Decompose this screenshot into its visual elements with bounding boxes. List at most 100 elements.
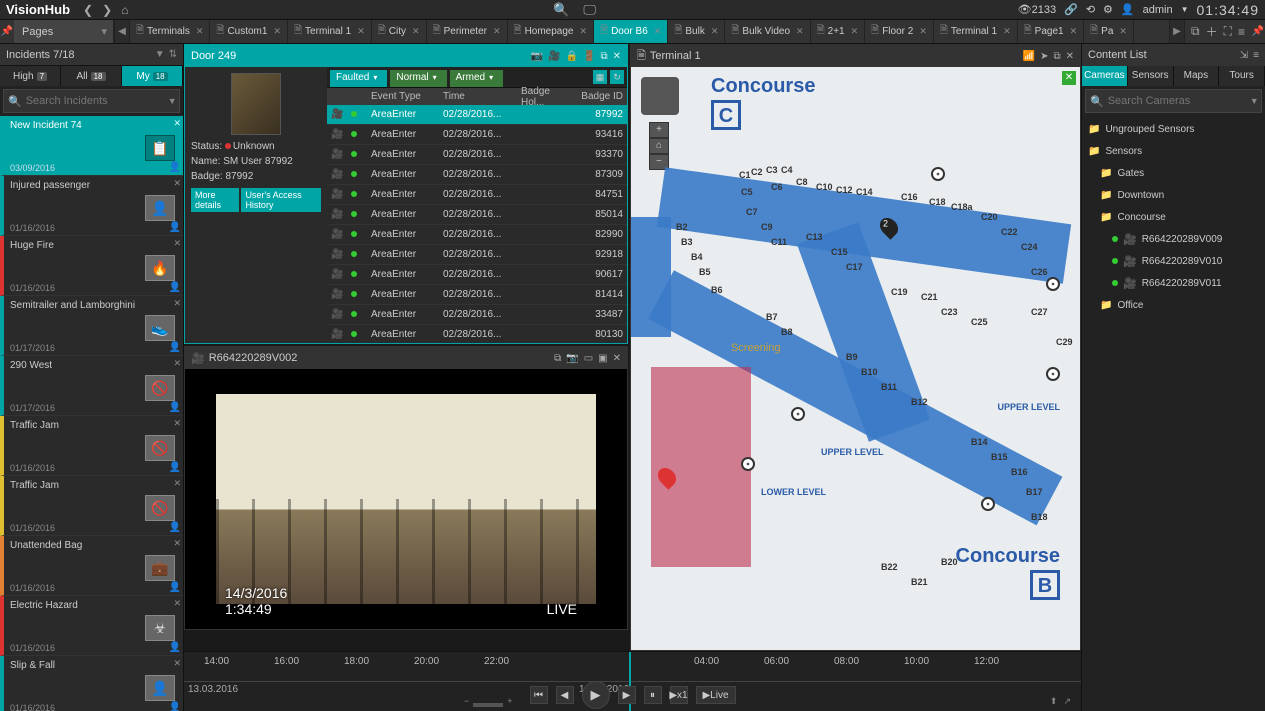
user-icon[interactable]: 👤	[1121, 3, 1135, 16]
incident-search[interactable]: 🔍 ▼	[3, 89, 180, 113]
menu-icon[interactable]: ≡	[1238, 25, 1245, 39]
close-icon[interactable]: ✕	[173, 658, 181, 669]
more-details-button[interactable]: More details	[191, 188, 239, 212]
folder-tree-item[interactable]: 📁Concourse	[1082, 206, 1265, 228]
search-dropdown-icon[interactable]: ▼	[168, 96, 177, 106]
table-row[interactable]: 🎥AreaEnter02/28/2016...84751	[327, 185, 627, 205]
incident-item[interactable]: ✕Electric Hazard☣01/16/2016👤	[0, 596, 183, 656]
table-row[interactable]: 🎥AreaEnter02/28/2016...81414	[327, 285, 627, 305]
camera-marker[interactable]	[741, 457, 755, 471]
close-icon[interactable]: ✕	[654, 26, 662, 37]
page-tab[interactable]: 🗎Perimeter✕	[427, 20, 508, 43]
content-tab[interactable]: Tours	[1219, 66, 1265, 86]
popout-icon[interactable]: ⧉	[1053, 51, 1060, 62]
close-icon[interactable]: ✕	[173, 238, 181, 249]
pin-icon[interactable]: 📌	[0, 20, 14, 43]
map-pan-control[interactable]	[641, 77, 679, 115]
gear-icon[interactable]: ⚙	[1103, 3, 1113, 16]
assignee-icon[interactable]: 👤	[169, 522, 181, 533]
status-tab[interactable]: Armed	[450, 70, 503, 87]
timeline[interactable]: 14:0016:0018:0020:0022:0004:0006:0008:00…	[184, 651, 1081, 711]
link-icon[interactable]: 🔗	[1064, 3, 1078, 16]
incident-item[interactable]: ✕Traffic Jam🚫01/16/2016👤	[0, 476, 183, 536]
folder-tree-item[interactable]: 📁Ungrouped Sensors	[1082, 118, 1265, 140]
incident-search-input[interactable]	[26, 95, 168, 107]
speed-button[interactable]: ▶x1	[669, 686, 687, 704]
new-window-icon[interactable]: ⧉	[1191, 24, 1200, 39]
step-back-icon[interactable]: ◀	[555, 686, 573, 704]
close-icon[interactable]: ✕	[1070, 26, 1078, 37]
status-tab[interactable]: Normal	[390, 70, 446, 87]
incident-item[interactable]: ✕Traffic Jam🚫01/16/2016👤	[0, 416, 183, 476]
pin-icon-right[interactable]: 📌	[1251, 20, 1265, 43]
page-tab[interactable]: 🗎Floor 2✕	[865, 20, 934, 43]
page-tab[interactable]: 🗎City✕	[372, 20, 427, 43]
forward-icon[interactable]: ❯	[102, 3, 112, 17]
snapshot-icon[interactable]: 📷	[566, 353, 578, 364]
page-tab[interactable]: 🗎Terminal 1✕	[288, 20, 372, 43]
pages-dropdown[interactable]: Pages	[14, 20, 114, 43]
close-icon[interactable]: ✕	[613, 51, 621, 62]
assignee-icon[interactable]: 👤	[169, 402, 181, 413]
incident-item[interactable]: ✕Slip & Fall👤01/16/2016👤	[0, 656, 183, 711]
map-close-overlay[interactable]: ✕	[1062, 71, 1076, 85]
filter-icon[interactable]: ▼	[155, 49, 165, 60]
home-icon[interactable]: ⌂	[121, 3, 128, 17]
table-row[interactable]: 🎥AreaEnter02/28/2016...90617	[327, 265, 627, 285]
page-tab[interactable]: 🗎Bulk✕	[668, 20, 725, 43]
camera-tree-item[interactable]: 🎥R664220289V009	[1082, 228, 1265, 250]
wifi-icon[interactable]: 📶	[1023, 51, 1035, 62]
user-label[interactable]: admin	[1143, 4, 1173, 16]
incident-item[interactable]: ✕Semitrailer and Lamborghini👟01/17/2016👤	[0, 296, 183, 356]
close-icon[interactable]: ✕	[851, 26, 859, 37]
close-icon[interactable]: ✕	[796, 26, 804, 37]
assignee-icon[interactable]: 👤	[169, 162, 181, 173]
menu-icon[interactable]: ≡	[1253, 50, 1259, 61]
camera-icon[interactable]: 📷	[531, 51, 543, 62]
tabs-scroll-right[interactable]: ▶	[1169, 20, 1185, 43]
content-tab[interactable]: Cameras	[1082, 66, 1128, 86]
table-row[interactable]: 🎥AreaEnter02/28/2016...87309	[327, 165, 627, 185]
assignee-icon[interactable]: 👤	[169, 222, 181, 233]
user-dropdown-icon[interactable]: ▼	[1181, 5, 1189, 14]
close-icon[interactable]: ✕	[1066, 51, 1074, 62]
incident-filter[interactable]: All18	[61, 66, 122, 86]
brand-logo[interactable]: VisionHub	[6, 2, 70, 17]
folder-tree-item[interactable]: 📁Downtown	[1082, 184, 1265, 206]
upload-icon[interactable]: ⬆	[1050, 696, 1058, 707]
close-icon[interactable]: ✕	[412, 26, 420, 37]
page-tab[interactable]: 🗎Terminals✕	[130, 20, 210, 43]
close-icon[interactable]: ✕	[1119, 26, 1127, 37]
content-search-input[interactable]	[1108, 95, 1250, 107]
close-icon[interactable]: ✕	[579, 26, 587, 37]
camera-marker[interactable]	[791, 407, 805, 421]
search-dropdown-icon[interactable]: ▼	[1250, 96, 1259, 106]
table-row[interactable]: 🎥AreaEnter02/28/2016...82990	[327, 225, 627, 245]
incident-item[interactable]: ✕Injured passenger👤01/16/2016👤	[0, 176, 183, 236]
camera-tree-item[interactable]: 🎥R664220289V010	[1082, 250, 1265, 272]
grid-icon[interactable]: ▦	[593, 70, 607, 84]
map-canvas[interactable]: + ⌂ − ✕ Concourse C Concourse B	[631, 67, 1080, 650]
incident-item[interactable]: ✕Unattended Bag💼01/16/2016👤	[0, 536, 183, 596]
page-tab[interactable]: 🗎Door B6✕	[594, 20, 668, 43]
video-icon[interactable]: 🎥	[548, 51, 560, 62]
maximize-icon[interactable]: ▣	[598, 353, 607, 364]
folder-tree-item[interactable]: 📁Gates	[1082, 162, 1265, 184]
access-history-button[interactable]: User's Access History	[241, 188, 321, 212]
play-icon[interactable]: ▶	[581, 681, 609, 709]
close-icon[interactable]: ✕	[173, 478, 181, 489]
search-icon[interactable]: 🔍	[553, 2, 569, 18]
zoom-reset-icon[interactable]: ⌂	[649, 138, 669, 154]
table-row[interactable]: 🎥AreaEnter02/28/2016...93416	[327, 125, 627, 145]
camera-marker[interactable]	[1046, 367, 1060, 381]
page-tab[interactable]: 🗎Homepage✕	[508, 20, 595, 43]
close-icon[interactable]: ✕	[711, 26, 719, 37]
map-zoom-control[interactable]: + ⌂ −	[649, 122, 669, 170]
zoom-in-icon[interactable]: +	[507, 696, 512, 707]
lock-icon[interactable]: 🔒	[566, 51, 578, 62]
assignee-icon[interactable]: 👤	[169, 642, 181, 653]
close-icon[interactable]: ✕	[493, 26, 501, 37]
table-row[interactable]: 🎥AreaEnter02/28/2016...80130	[327, 325, 627, 343]
camera-marker[interactable]	[1046, 277, 1060, 291]
live-button[interactable]: ▶ Live	[695, 686, 735, 704]
